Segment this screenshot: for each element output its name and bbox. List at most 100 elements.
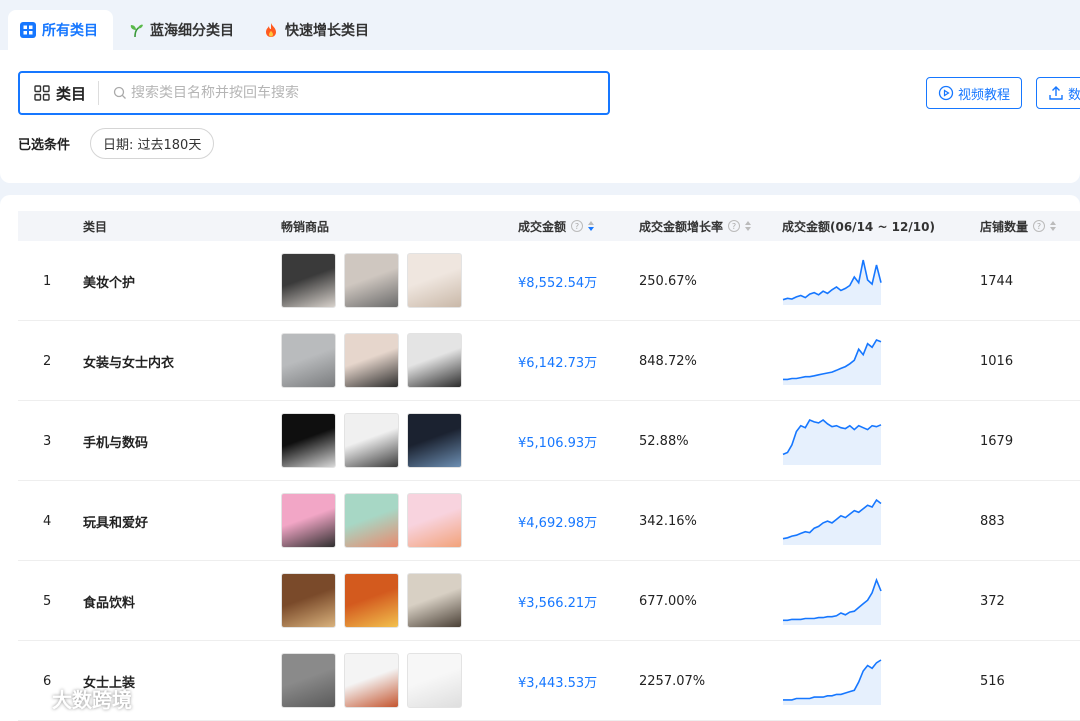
header-shops[interactable]: 店铺数量 ? — [980, 211, 1057, 241]
export-button[interactable]: 数 — [1036, 77, 1080, 109]
export-label: 数 — [1068, 87, 1080, 103]
rank-cell: 3 — [43, 433, 52, 449]
sort-icon[interactable] — [745, 220, 752, 232]
gmv-cell[interactable]: ¥6,142.73万 — [518, 321, 597, 401]
product-thumbnail[interactable] — [344, 493, 399, 548]
growth-cell: 342.16% — [639, 513, 697, 529]
help-icon[interactable]: ? — [571, 220, 584, 232]
product-thumbnail[interactable] — [281, 253, 336, 308]
tab-all-categories[interactable]: 所有类目 — [8, 10, 113, 50]
product-thumbnail[interactable] — [407, 493, 462, 548]
rank-cell: 2 — [43, 353, 52, 369]
product-thumbnail[interactable] — [281, 493, 336, 548]
product-thumbnail[interactable] — [407, 253, 462, 308]
category-name-cell[interactable]: 女装与女士内衣 — [83, 321, 174, 401]
fire-icon — [263, 22, 279, 38]
header-shops-label: 店铺数量 — [980, 219, 1029, 234]
category-name-cell[interactable]: 美妆个护 — [83, 241, 135, 321]
table-row[interactable]: 5 食品饮料 ¥3,566.21万 677.00% 372 — [18, 561, 1080, 641]
trend-sparkline[interactable] — [782, 656, 882, 706]
growth-cell: 848.72% — [639, 353, 697, 369]
table-row[interactable]: 4 玩具和爱好 ¥4,692.98万 342.16% 883 — [18, 481, 1080, 561]
sparkline-area — [783, 580, 881, 625]
help-icon[interactable]: ? — [1033, 220, 1046, 232]
best-seller-thumbnails — [281, 333, 470, 389]
table-row[interactable]: 1 美妆个护 ¥8,552.54万 250.67% 1744 — [18, 241, 1080, 321]
gmv-cell[interactable]: ¥8,552.54万 — [518, 241, 597, 321]
gmv-cell[interactable]: ¥5,106.93万 — [518, 401, 597, 481]
product-thumbnail[interactable] — [407, 573, 462, 628]
growth-cell: 52.88% — [639, 433, 689, 449]
header-growth[interactable]: 成交金额增长率 ? — [639, 211, 752, 241]
grid-icon — [20, 22, 36, 38]
product-thumbnail[interactable] — [344, 653, 399, 708]
trend-sparkline[interactable] — [782, 576, 882, 626]
help-icon[interactable]: ? — [728, 220, 741, 232]
search-input[interactable] — [127, 85, 608, 101]
filter-panel: 类目 视频教程 数 已选条件 日期: 过去180天 — [0, 50, 1080, 183]
sort-icon[interactable] — [588, 220, 595, 232]
trend-sparkline[interactable] — [782, 336, 882, 386]
shop-count-cell: 883 — [980, 513, 1005, 529]
video-tutorial-label: 视频教程 — [958, 87, 1011, 103]
product-thumbnail[interactable] — [407, 413, 462, 468]
sort-icon[interactable] — [1050, 220, 1057, 232]
gmv-cell[interactable]: ¥3,443.53万 — [518, 641, 597, 721]
category-selector[interactable]: 类目 — [20, 81, 100, 105]
upload-icon — [1049, 86, 1063, 100]
rank-cell: 4 — [43, 513, 52, 529]
shop-count-cell: 516 — [980, 673, 1005, 689]
table-row[interactable]: 2 女装与女士内衣 ¥6,142.73万 848.72% 1016 — [18, 321, 1080, 401]
growth-cell: 250.67% — [639, 273, 697, 289]
product-thumbnail[interactable] — [281, 413, 336, 468]
product-thumbnail[interactable] — [407, 653, 462, 708]
tab-label: 所有类目 — [42, 23, 98, 39]
header-best-sellers: 畅销商品 — [281, 219, 330, 234]
category-name-cell[interactable]: 手机与数码 — [83, 401, 148, 481]
header-trend: 成交金额(06/14 ~ 12/10) — [782, 219, 935, 234]
product-thumbnail[interactable] — [281, 333, 336, 388]
category-table: 类目 畅销商品 成交金额 ? 成交金额增长率 ? 成交金额(06/14 ~ 12… — [0, 195, 1080, 721]
header-growth-label: 成交金额增长率 — [639, 219, 724, 234]
header-category: 类目 — [83, 219, 108, 234]
gmv-cell[interactable]: ¥4,692.98万 — [518, 481, 597, 561]
shop-count-cell: 1744 — [980, 273, 1014, 289]
growth-cell: 2257.07% — [639, 673, 706, 689]
product-thumbnail[interactable] — [281, 573, 336, 628]
gmv-cell[interactable]: ¥3,566.21万 — [518, 561, 597, 641]
product-thumbnail[interactable] — [407, 333, 462, 388]
product-thumbnail[interactable] — [344, 333, 399, 388]
play-circle-icon — [938, 85, 954, 101]
search-icon — [113, 86, 127, 100]
best-seller-thumbnails — [281, 653, 470, 709]
product-thumbnail[interactable] — [344, 573, 399, 628]
category-selector-label: 类目 — [56, 84, 87, 103]
product-thumbnail[interactable] — [344, 413, 399, 468]
table-row[interactable]: 6 女士上装 ¥3,443.53万 2257.07% 516 — [18, 641, 1080, 721]
table-row[interactable]: 3 手机与数码 ¥5,106.93万 52.88% 1679 — [18, 401, 1080, 481]
trend-sparkline[interactable] — [782, 496, 882, 546]
tab-label: 蓝海细分类目 — [150, 23, 234, 39]
product-thumbnail[interactable] — [281, 653, 336, 708]
selected-conditions-label: 已选条件 — [18, 138, 71, 153]
best-seller-thumbnails — [281, 413, 470, 469]
best-seller-thumbnails — [281, 493, 470, 549]
watermark-logo: 大数跨境 — [8, 684, 132, 713]
header-gmv[interactable]: 成交金额 ? — [518, 211, 595, 241]
table-header: 类目 畅销商品 成交金额 ? 成交金额增长率 ? 成交金额(06/14 ~ 12… — [18, 211, 1080, 241]
category-name-cell[interactable]: 食品饮料 — [83, 561, 135, 641]
product-thumbnail[interactable] — [344, 253, 399, 308]
trend-sparkline[interactable] — [782, 416, 882, 466]
video-tutorial-button[interactable]: 视频教程 — [926, 77, 1023, 109]
category-name-cell[interactable]: 玩具和爱好 — [83, 481, 148, 561]
tab-blue-ocean[interactable]: 蓝海细分类目 — [128, 10, 234, 50]
tab-label: 快速增长类目 — [285, 23, 369, 39]
shop-count-cell: 372 — [980, 593, 1005, 609]
category-tabbar: 所有类目 蓝海细分类目 快速增长类目 — [0, 0, 1080, 50]
date-filter-chip[interactable]: 日期: 过去180天 — [90, 128, 215, 159]
growth-cell: 677.00% — [639, 593, 697, 609]
tab-fast-growth[interactable]: 快速增长类目 — [263, 10, 369, 50]
category-search-box[interactable]: 类目 — [18, 71, 610, 115]
best-seller-thumbnails — [281, 253, 470, 309]
trend-sparkline[interactable] — [782, 256, 882, 306]
